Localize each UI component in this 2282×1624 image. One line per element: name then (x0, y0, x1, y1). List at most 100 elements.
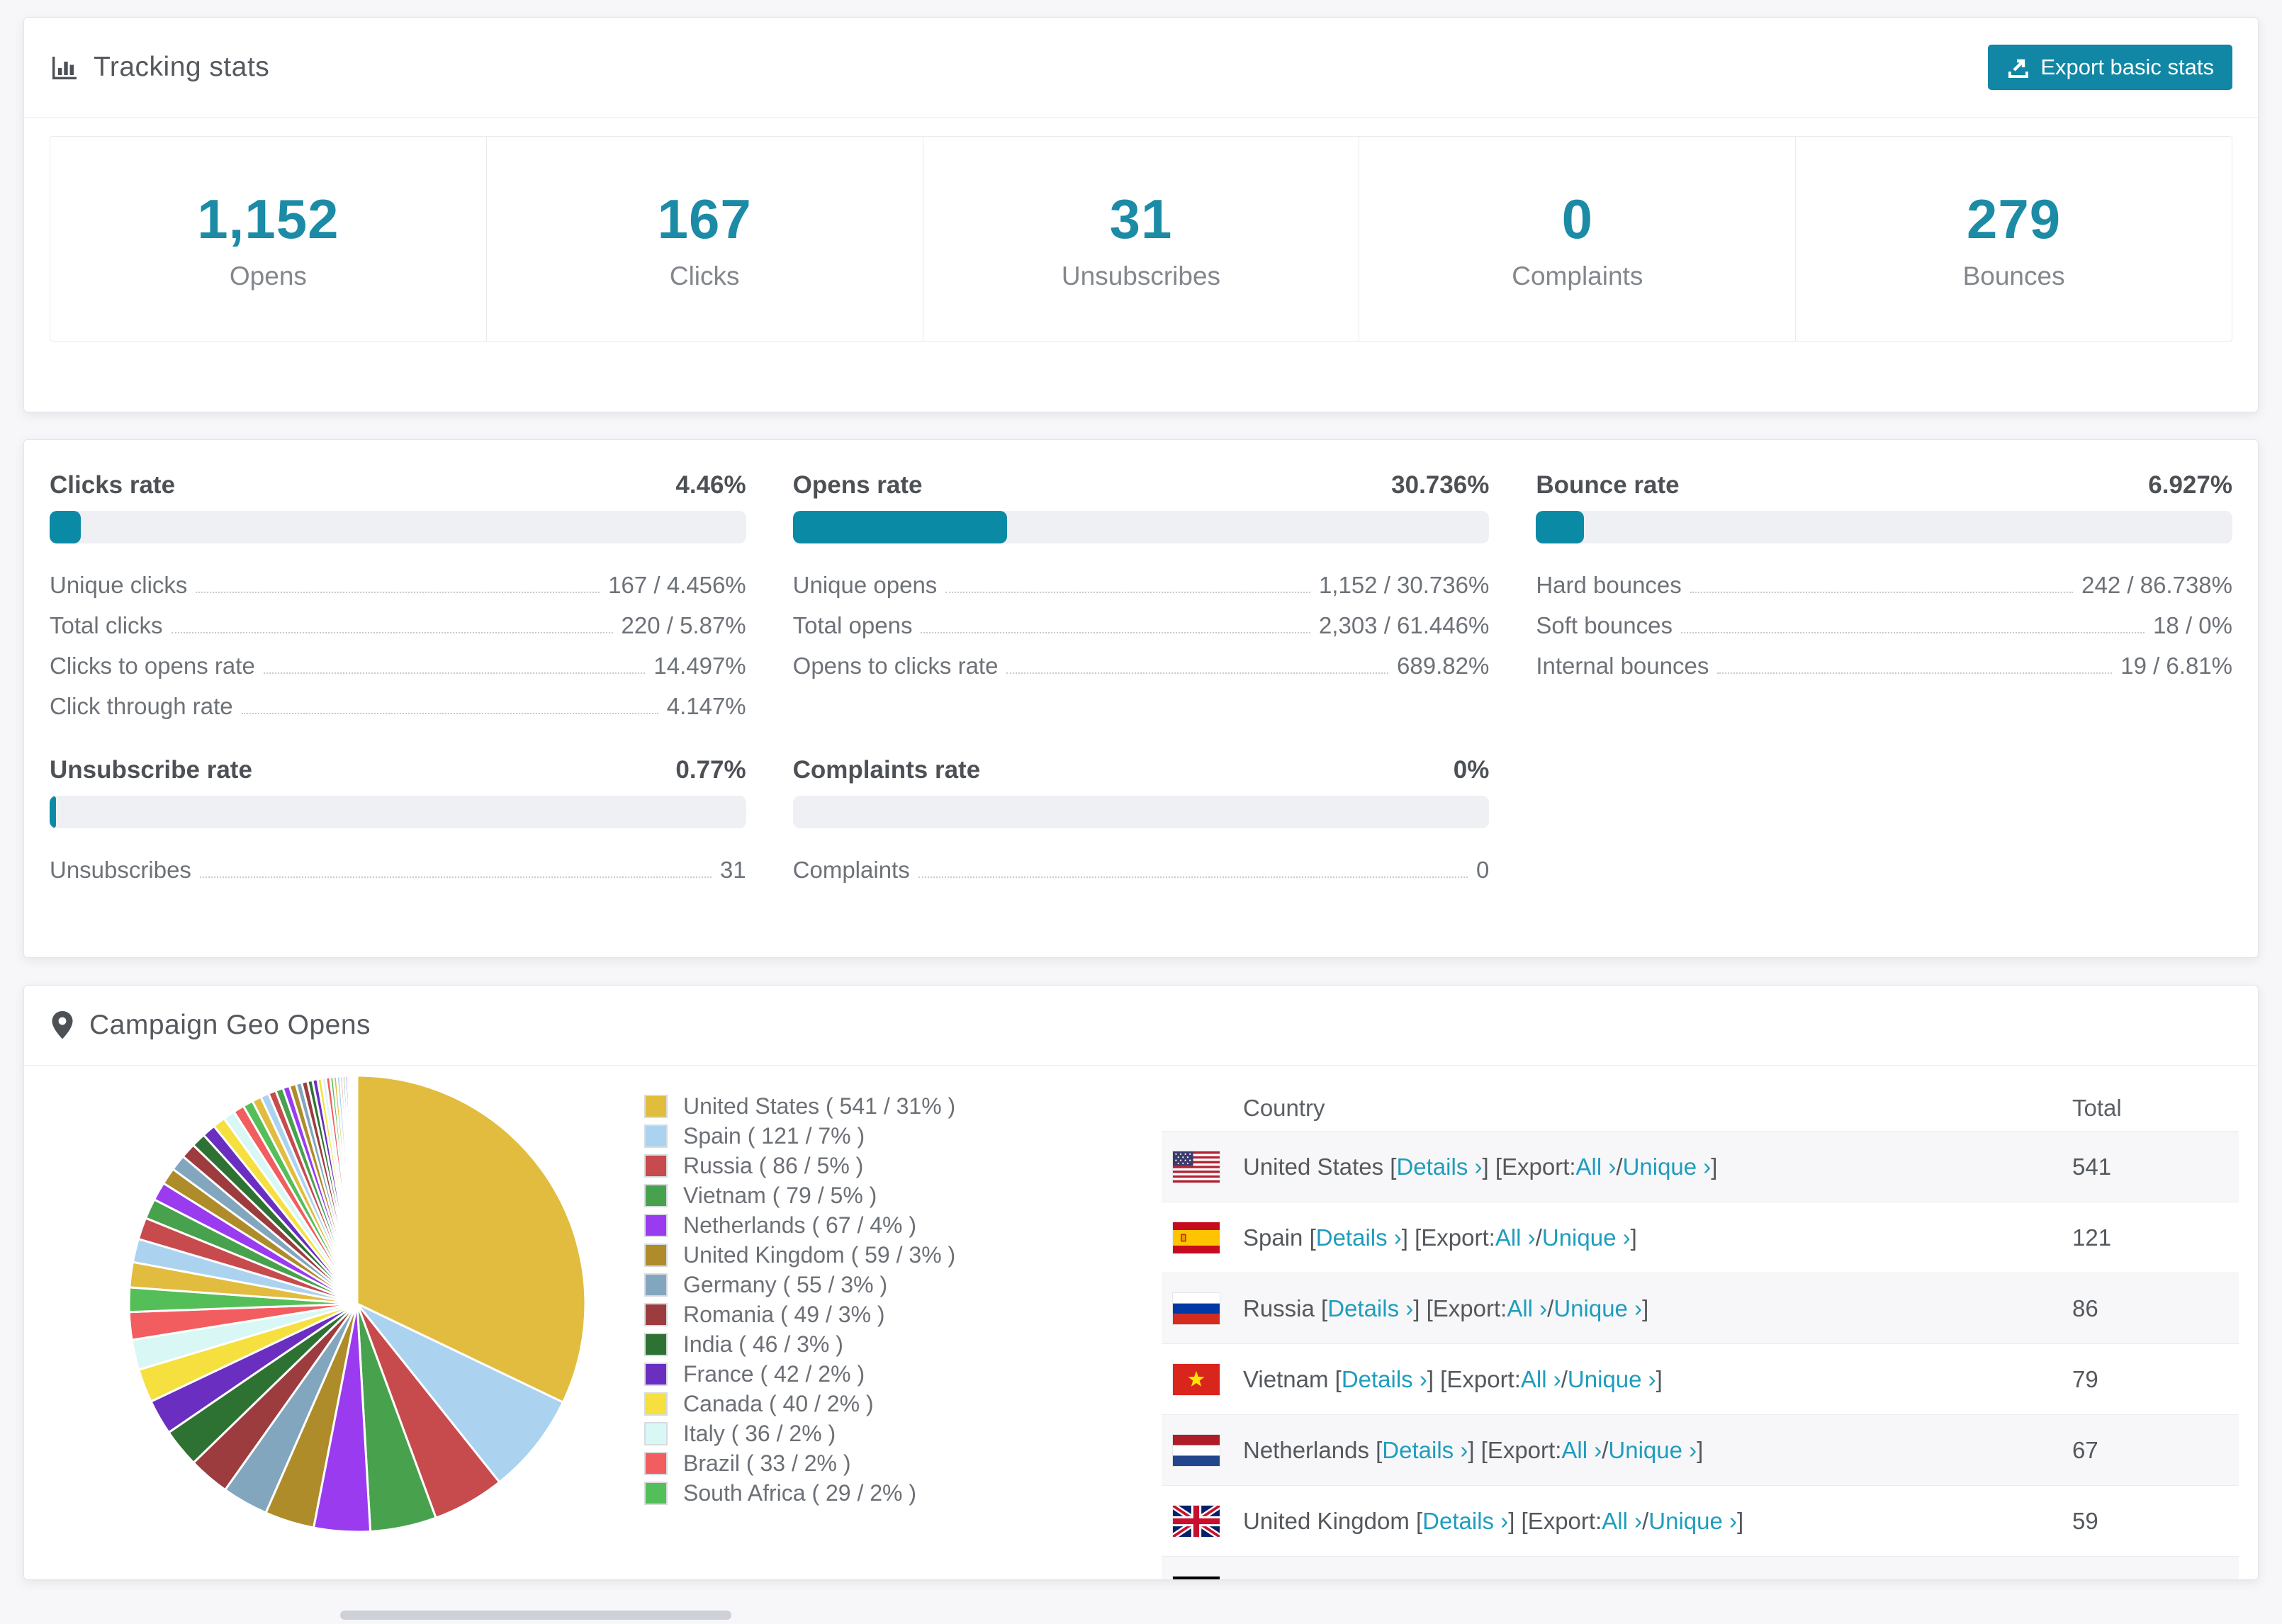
detail-value: 0 (1476, 856, 1490, 883)
detail-rows-unsubscribe-rate: Unsubscribes 31 (50, 850, 746, 890)
flag-icon-nl (1173, 1434, 1220, 1466)
details-link-united-kingdom[interactable]: Details › (1422, 1508, 1508, 1535)
detail-row-total-clicks: Total clicks 220 / 5.87% (50, 605, 746, 645)
stat-cell-bounces: 279 Bounces (1795, 137, 2232, 341)
detail-label: Soft bounces (1536, 611, 1673, 638)
export-all-link-united-kingdom[interactable]: All › (1602, 1508, 1642, 1535)
rate-value-opens-rate: 30.736% (1391, 471, 1490, 499)
flag-icon-es (1173, 1222, 1220, 1253)
detail-rows-complaints-rate: Complaints 0 (793, 850, 1490, 890)
export-all-link-vietnam[interactable]: All › (1521, 1366, 1561, 1393)
progress-fill-unsubscribe-rate (50, 796, 56, 828)
detail-value: 689.82% (1397, 652, 1490, 679)
detail-rows-bounce-rate: Hard bounces 242 / 86.738% Soft bounces 18 … (1536, 565, 2232, 686)
legend-item-italy: Italy ( 36 / 2% ) (644, 1419, 1045, 1448)
legend-item-india: India ( 46 / 3% ) (644, 1329, 1045, 1359)
export-unique-link-germany[interactable]: Unique › (1578, 1579, 1667, 1580)
table-row-germany: Germany [Details ›] [Export: All › / Uni… (1162, 1556, 2239, 1580)
legend-item-spain: Spain ( 121 / 7% ) (644, 1121, 1045, 1151)
stat-value-bounces: 279 (1967, 187, 2062, 250)
export-all-link-spain[interactable]: All › (1495, 1224, 1536, 1251)
rate-card-clicks-rate: Clicks rate 4.46% Unique clicks 167 / 4.456… (50, 471, 746, 726)
detail-row-hard-bounces: Hard bounces 242 / 86.738% (1536, 565, 2232, 605)
stat-label-opens: Opens (229, 261, 307, 291)
rates-panel: Clicks rate 4.46% Unique clicks 167 / 4.456… (23, 439, 2259, 958)
stat-value-unsubscribes: 31 (1109, 187, 1173, 250)
detail-value: 19 / 6.81% (2120, 652, 2232, 679)
export-all-link-germany[interactable]: All › (1531, 1579, 1572, 1580)
detail-label: Complaints (792, 856, 910, 883)
detail-label: Opens to clicks rate (792, 652, 999, 679)
details-link-germany[interactable]: Details › (1352, 1579, 1438, 1580)
detail-rows-clicks-rate: Unique clicks 167 / 4.456% Total clicks 220… (50, 565, 746, 726)
progress-fill-clicks-rate (50, 511, 81, 543)
detail-label: Clicks to opens rate (50, 652, 255, 679)
legend-item-netherlands: Netherlands ( 67 / 4% ) (644, 1210, 1045, 1240)
detail-value: 2,303 / 61.446% (1318, 611, 1490, 638)
export-unique-link-united-kingdom[interactable]: Unique › (1648, 1508, 1737, 1535)
cell-total-russia: 86 (2072, 1295, 2098, 1321)
detail-row-unique-clicks: Unique clicks 167 / 4.456% (50, 565, 746, 605)
legend-swatch-germany (644, 1273, 668, 1297)
legend-item-united-states: United States ( 541 / 31% ) (644, 1091, 1045, 1121)
cell-total-united-kingdom: 59 (2072, 1507, 2098, 1534)
rate-card-head-complaints-rate: Complaints rate 0% (793, 756, 1490, 784)
cell-country-united-kingdom: United Kingdom [Details ›] [Export: All … (1162, 1505, 2072, 1537)
legend-item-canada: Canada ( 40 / 2% ) (644, 1389, 1045, 1419)
country-name: Spain (1243, 1224, 1310, 1251)
flag-icon-ru (1173, 1292, 1220, 1324)
legend-swatch-united-kingdom (644, 1243, 668, 1267)
legend-swatch-brazil (644, 1451, 668, 1475)
rates-grid: Clicks rate 4.46% Unique clicks 167 / 4.456… (24, 440, 2258, 890)
legend-item-germany: Germany ( 55 / 3% ) (644, 1270, 1045, 1299)
table-row-united-kingdom: United Kingdom [Details ›] [Export: All … (1162, 1485, 2239, 1556)
legend-item-united-kingdom: United Kingdom ( 59 / 3% ) (644, 1240, 1045, 1270)
legend-swatch-india (644, 1332, 668, 1356)
detail-label: Hard bounces (1536, 571, 1682, 598)
export-unique-link-vietnam[interactable]: Unique › (1568, 1366, 1656, 1393)
detail-row-clicks-to-opens-rate: Clicks to opens rate 14.497% (50, 645, 746, 686)
dotted-leader (1680, 631, 2145, 633)
stat-value-complaints: 0 (1561, 187, 1593, 250)
detail-label: Unsubscribes (50, 856, 191, 883)
stat-label-clicks: Clicks (669, 261, 740, 291)
legend-label: Italy ( 36 / 2% ) (683, 1420, 836, 1446)
rate-title-unsubscribe-rate: Unsubscribe rate (50, 756, 252, 784)
table-row-russia: Russia [Details ›] [Export: All › / Uniq… (1162, 1273, 2239, 1343)
rate-value-unsubscribe-rate: 0.77% (675, 756, 746, 784)
details-link-spain[interactable]: Details › (1316, 1224, 1402, 1251)
detail-label: Total clicks (50, 611, 163, 638)
horizontal-scrollbar-thumb[interactable] (340, 1611, 731, 1620)
pie-slice-other-53[interactable] (355, 1074, 359, 1304)
export-unique-link-russia[interactable]: Unique › (1553, 1295, 1642, 1322)
stat-cell-clicks: 167 Clicks (485, 137, 923, 341)
legend-swatch-united-states (644, 1094, 668, 1118)
geo-table: Country Total United States [Details ›] … (1162, 1086, 2239, 1580)
export-all-link-russia[interactable]: All › (1507, 1295, 1547, 1322)
export-unique-link-spain[interactable]: Unique › (1542, 1224, 1631, 1251)
rate-value-clicks-rate: 4.46% (675, 471, 746, 499)
detail-row-soft-bounces: Soft bounces 18 / 0% (1536, 605, 2232, 645)
details-link-vietnam[interactable]: Details › (1342, 1366, 1427, 1393)
bar-chart-icon (50, 52, 79, 82)
legend-swatch-france (644, 1362, 668, 1386)
details-link-russia[interactable]: Details › (1327, 1295, 1413, 1322)
rate-title-clicks-rate: Clicks rate (50, 471, 176, 499)
dotted-leader (921, 631, 1310, 633)
geo-pie-legend: United States ( 541 / 31% ) Spain ( 121 /… (612, 1066, 1045, 1508)
detail-value: 167 / 4.456% (608, 571, 746, 598)
details-link-netherlands[interactable]: Details › (1382, 1437, 1468, 1464)
details-link-united-states[interactable]: Details › (1396, 1154, 1482, 1180)
export-all-link-united-states[interactable]: All › (1576, 1154, 1617, 1180)
export-unique-link-united-states[interactable]: Unique › (1623, 1154, 1712, 1180)
export-unique-link-netherlands[interactable]: Unique › (1608, 1437, 1697, 1464)
stat-label-unsubscribes: Unsubscribes (1061, 261, 1221, 291)
map-pin-icon (50, 1010, 75, 1041)
legend-swatch-vietnam (644, 1183, 668, 1207)
export-all-link-netherlands[interactable]: All › (1561, 1437, 1602, 1464)
legend-swatch-spain (644, 1124, 668, 1148)
cell-country-netherlands: Netherlands [Details ›] [Export: All › /… (1162, 1434, 2072, 1466)
stat-cell-opens: 1,152 Opens (50, 137, 486, 341)
export-basic-stats-button[interactable]: Export basic stats (1988, 45, 2232, 90)
progress-track-clicks-rate (50, 511, 746, 543)
